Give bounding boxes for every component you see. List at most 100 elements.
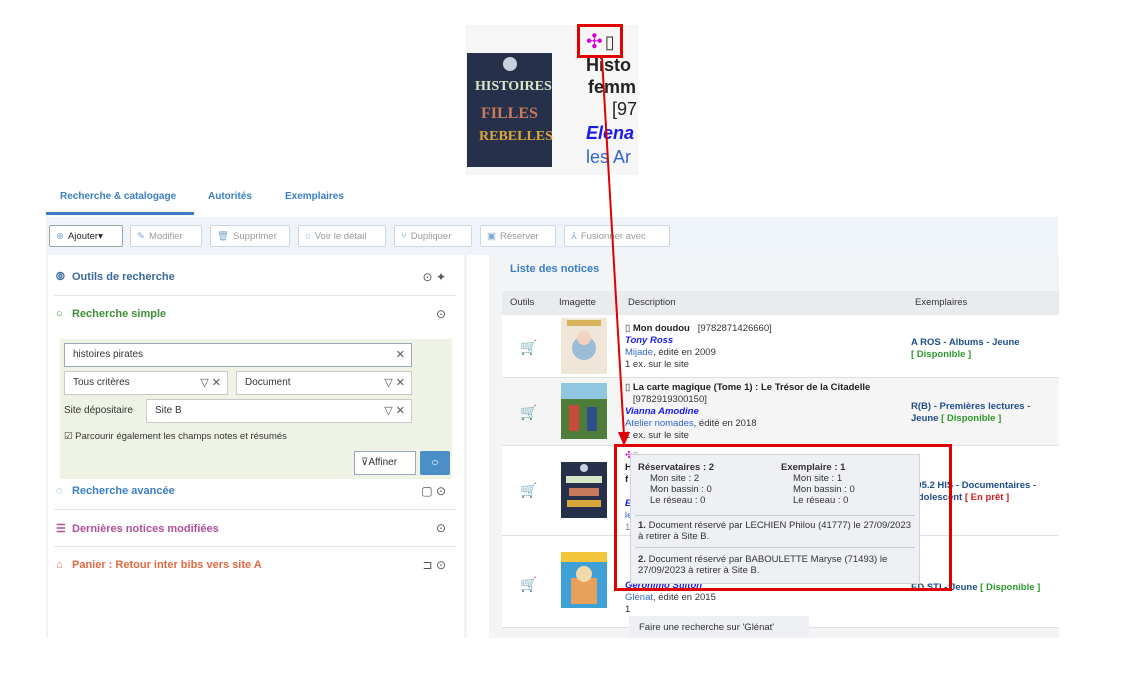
- site-select[interactable]: Site B ▽ ✕: [146, 399, 412, 423]
- branch-icon: ⑂: [401, 231, 407, 242]
- notes-checkbox-label: Parcourir également les champs notes et …: [75, 431, 287, 442]
- context-menu-item[interactable]: Faire une recherche sur 'Glénat': [639, 622, 774, 633]
- chevron-left-icon[interactable]: ⊙: [423, 270, 433, 284]
- thumbnail[interactable]: [561, 462, 607, 518]
- merge-icon: ⅄: [571, 231, 577, 242]
- view-detail-button[interactable]: ○ Voir le détail: [298, 225, 386, 247]
- filter-clear-icon[interactable]: ▽ ✕: [384, 376, 405, 389]
- chevron-down-icon[interactable]: ⊙: [436, 558, 446, 572]
- notes-checkbox[interactable]: ☑ Parcourir également les champs notes e…: [64, 431, 287, 442]
- copy-icon[interactable]: ▢: [421, 484, 432, 498]
- view-detail-label: Voir le détail: [314, 231, 367, 242]
- chevron-down-icon[interactable]: ⊙: [436, 521, 446, 535]
- record-publisher[interactable]: Glénat: [625, 592, 653, 603]
- advanced-search-icon: ◌: [56, 485, 63, 497]
- criteria-value: Tous critères: [73, 377, 130, 388]
- cover-art: [561, 462, 607, 518]
- filter-clear-icon[interactable]: ▽ ✕: [200, 376, 221, 389]
- table-row[interactable]: 🛒 ▯ Mon doudou [9782871426660] Tony Ross…: [502, 315, 1059, 378]
- simple-search-header[interactable]: ○ Recherche simple: [56, 308, 166, 320]
- duplicate-label: Dupliquer: [410, 231, 452, 242]
- tab-authorities[interactable]: Autorités: [208, 191, 252, 202]
- edit-button[interactable]: ✎ Modifier: [130, 225, 202, 247]
- advanced-search-header[interactable]: ◌ Recherche avancée: [56, 485, 175, 497]
- add-button[interactable]: ⊕ Ajouter▾: [49, 225, 123, 247]
- advanced-icons[interactable]: ▢ ⊙: [421, 484, 446, 498]
- record-isbn: [9782919300150]: [632, 394, 707, 405]
- pin-icon[interactable]: ✦: [436, 270, 446, 284]
- recent-records-header[interactable]: ☰ Dernières notices modifiées: [56, 522, 219, 535]
- add-to-cart-icon[interactable]: 🛒: [520, 576, 537, 593]
- record-author[interactable]: Vianna Amodine: [625, 406, 870, 418]
- basket-label: Panier : Retour inter bibs vers site A: [72, 559, 262, 571]
- search-tools-header[interactable]: ⦾ Outils de recherche: [56, 271, 175, 284]
- zoom-highlight-box: [577, 24, 623, 58]
- merge-button[interactable]: ⅄ Fusionner avec: [564, 225, 670, 247]
- search-tools-inner: ⦾ Outils de recherche ⊙ ✦ ○ Recherche simp…: [48, 255, 464, 638]
- basket-header[interactable]: ⌂ Panier : Retour inter bibs vers site A: [56, 559, 262, 571]
- divider: [54, 509, 456, 510]
- copy-status: R(B) - Premières lectures - Jeune [ Disp…: [911, 401, 1030, 425]
- doctype-select[interactable]: Document ▽ ✕: [236, 371, 412, 395]
- record-title[interactable]: Mon doudou: [633, 323, 690, 334]
- table-row[interactable]: 🛒 ▯ La carte magique (Tome 1) : Le Tréso…: [502, 378, 1059, 446]
- tab-search-catalog[interactable]: Recherche & catalogage: [60, 191, 176, 202]
- active-tab-indicator: [46, 212, 194, 215]
- refine-label: Affiner: [368, 457, 398, 468]
- search-tools-label: Outils de recherche: [72, 271, 175, 283]
- add-to-cart-icon[interactable]: 🛒: [520, 404, 537, 421]
- chevron-down-icon[interactable]: ⊙: [436, 484, 446, 498]
- duplicate-button[interactable]: ⑂ Dupliquer: [394, 225, 472, 247]
- cover-text-1: HISTOIRES: [475, 79, 552, 94]
- results-title: Liste des notices: [510, 263, 600, 275]
- thumbnail[interactable]: [561, 318, 607, 374]
- record-title[interactable]: La carte magique (Tome 1) : Le Trésor de…: [633, 382, 870, 393]
- mouse-icon: ⦾: [56, 271, 65, 283]
- status-badge: [ Disponible ]: [980, 582, 1041, 593]
- cart-icon[interactable]: ⊐: [423, 558, 433, 572]
- search-icon: ○: [305, 231, 311, 242]
- criteria-select[interactable]: Tous critères ▽ ✕: [64, 371, 228, 395]
- thumbnail[interactable]: [561, 383, 607, 439]
- copy-location[interactable]: R(B) - Premières lectures -: [911, 401, 1030, 412]
- add-label: Ajouter: [67, 231, 99, 242]
- context-menu[interactable]: Faire une recherche sur 'Glénat': [629, 616, 809, 638]
- reserve-button[interactable]: ▣ Réserver: [480, 225, 556, 247]
- zoom-isbn: [97: [612, 99, 638, 119]
- copy-location[interactable]: A ROS - Albums - Jeune: [911, 337, 1020, 348]
- caret-down-icon: ▾: [98, 231, 103, 242]
- record-publisher[interactable]: Atelier nomades: [625, 418, 694, 429]
- search-submit-button[interactable]: ○: [420, 451, 450, 475]
- merge-label: Fusionner avec: [580, 231, 646, 242]
- thumbnail[interactable]: [561, 552, 607, 608]
- chevron-up-icon[interactable]: ⊙: [436, 307, 446, 321]
- cover-art: [561, 552, 607, 608]
- col-copies: Exemplaires: [915, 297, 968, 308]
- add-to-cart-icon[interactable]: 🛒: [520, 482, 537, 499]
- basket-icons[interactable]: ⊐ ⊙: [423, 558, 446, 572]
- cover-art: [561, 383, 607, 439]
- simple-search-label: Recherche simple: [72, 308, 167, 320]
- delete-button[interactable]: 🗑 Supprimer: [210, 225, 290, 247]
- add-to-cart-icon[interactable]: 🛒: [520, 339, 537, 356]
- record-publisher[interactable]: Mijade: [625, 347, 653, 358]
- refine-button[interactable]: ⊽Affiner: [354, 451, 416, 475]
- clear-icon[interactable]: ✕: [396, 348, 405, 361]
- collapse-pin-icons[interactable]: ⊙ ✦: [423, 270, 446, 284]
- tab-copies[interactable]: Exemplaires: [285, 191, 344, 202]
- record-copies: 1 ex. sur le site: [625, 430, 689, 441]
- record-edition: , édité en 2015: [653, 592, 716, 603]
- search-input[interactable]: histoires pirates ✕: [64, 343, 412, 367]
- search-icon: ○: [431, 455, 439, 469]
- checkbox-icon[interactable]: ☑: [64, 431, 73, 442]
- plus-circle-icon: ⊕: [56, 231, 64, 242]
- book-cover-zoomed: HISTOIRES FILLES REBELLES: [467, 53, 553, 167]
- filter-clear-icon[interactable]: ▽ ✕: [384, 404, 405, 417]
- site-value: Site B: [155, 405, 182, 416]
- trash-icon: 🗑: [217, 231, 230, 242]
- cover-art: [561, 318, 607, 374]
- site-label: Site dépositaire: [64, 405, 133, 416]
- divider: [54, 295, 456, 296]
- record-author[interactable]: Tony Ross: [625, 335, 772, 347]
- copy-location-2[interactable]: Jeune: [911, 413, 938, 424]
